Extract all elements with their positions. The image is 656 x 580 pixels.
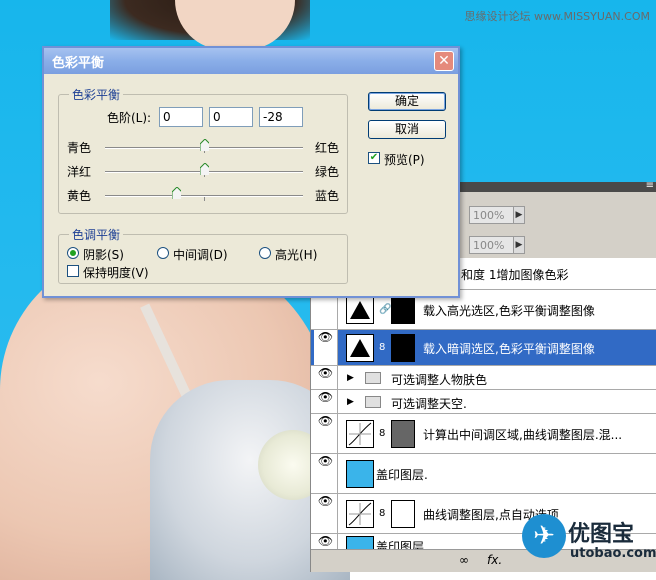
image-thumb (346, 536, 374, 549)
image-thumb (346, 460, 374, 488)
link-icon: 8 (379, 508, 386, 519)
layer-name: 计算出中间调区域,曲线调整图层.混... (423, 428, 623, 442)
level-input-magenta-green[interactable]: 0 (209, 107, 253, 127)
eye-icon[interactable]: 👁 (314, 390, 338, 413)
fx-icon[interactable]: fx. (487, 553, 502, 567)
link-icon: 8 (379, 428, 386, 439)
layer-name: 和度 1增加图像色彩 (461, 268, 569, 282)
watermark-text: 思缘设计论坛 www.MISSYUAN.COM (464, 10, 650, 23)
expand-arrow-icon[interactable]: ▶ (347, 373, 354, 383)
eye-icon[interactable]: 👁 (314, 534, 338, 549)
layer-row[interactable]: 👁 盖印图层. (311, 454, 656, 494)
layer-mask-thumb[interactable] (391, 296, 415, 324)
layer-name: 盖印图层. (376, 468, 428, 482)
layer-row-selected[interactable]: 👁 8 载入暗调选区,色彩平衡调整图像 (311, 330, 656, 366)
layer-group-row[interactable]: 👁 ▶ 可选调整天空. (311, 390, 656, 414)
folder-icon (365, 396, 381, 408)
slider-left-label: 洋红 (67, 165, 92, 179)
adjustment-thumb-icon (346, 296, 374, 324)
magenta-green-slider-handle[interactable] (200, 163, 209, 175)
color-balance-dialog: 色彩平衡 ✕ 色彩平衡 色阶(L): 0 0 -28 青色 红色 洋红 绿色 黄… (42, 46, 460, 298)
logo-text: 优图宝 (568, 522, 635, 547)
cyan-red-slider-handle[interactable] (200, 139, 209, 151)
link-icon: 8 (379, 342, 386, 353)
cancel-button[interactable]: 取消 (368, 120, 446, 139)
ok-button[interactable]: 确定 (368, 92, 446, 111)
folder-icon (365, 372, 381, 384)
yellow-blue-slider-handle[interactable] (172, 187, 181, 199)
fill-field[interactable]: 100% (469, 236, 515, 254)
layer-mask-thumb[interactable] (391, 420, 415, 448)
radio-label: 中间调(D) (173, 248, 228, 262)
layer-row[interactable]: 👁 8 计算出中间调区域,曲线调整图层.混... (311, 414, 656, 454)
curves-thumb-icon (346, 420, 374, 448)
tone-balance-group: 色调平衡 阴影(S) 中间调(D) 高光(H) 保持明度(V) (58, 226, 348, 284)
eye-icon[interactable]: 👁 (314, 366, 338, 389)
radio-label: 阴影(S) (83, 248, 124, 262)
layer-group-row[interactable]: 👁 ▶ 可选调整人物肤色 (311, 366, 656, 390)
fill-arrow-icon[interactable]: ▶ (513, 236, 525, 254)
dialog-titlebar[interactable]: 色彩平衡 ✕ (44, 48, 458, 74)
midtones-radio[interactable] (157, 247, 169, 259)
level-input-yellow-blue[interactable]: -28 (259, 107, 303, 127)
logo-url: utobao.com (570, 546, 656, 561)
eye-icon[interactable]: 👁 (314, 414, 338, 453)
preview-label: 预览(P) (384, 153, 425, 167)
checkbox-label: 保持明度(V) (83, 266, 149, 280)
curves-thumb-icon (346, 500, 374, 528)
link-icon: 🔗 (379, 304, 392, 315)
opacity-arrow-icon[interactable]: ▶ (513, 206, 525, 224)
site-logo: ✈ 优图宝 utobao.com (520, 512, 656, 572)
slider-left-label: 青色 (67, 141, 92, 155)
expand-arrow-icon[interactable]: ▶ (347, 397, 354, 407)
group-title: 色彩平衡 (69, 86, 124, 103)
eye-icon[interactable]: 👁 (314, 330, 338, 365)
radio-label: 高光(H) (275, 248, 318, 262)
layer-name: 可选调整人物肤色 (391, 373, 488, 387)
opacity-field[interactable]: 100% (469, 206, 515, 224)
panel-menu-icon[interactable]: ≡ (646, 180, 654, 191)
adjustment-thumb-icon (346, 334, 374, 362)
slider-right-label: 蓝色 (315, 189, 340, 203)
layer-mask-thumb[interactable] (391, 500, 415, 528)
slider-left-label: 黄色 (67, 189, 92, 203)
layer-mask-thumb[interactable] (391, 334, 415, 362)
shadows-radio[interactable] (67, 247, 79, 259)
group-title: 色调平衡 (69, 226, 124, 243)
bird-logo-icon: ✈ (522, 514, 566, 558)
close-icon[interactable]: ✕ (434, 51, 454, 71)
preview-checkbox[interactable]: ✔ (368, 152, 380, 164)
slider-right-label: 红色 (315, 141, 340, 155)
eye-icon[interactable]: 👁 (314, 454, 338, 493)
layer-name: 载入高光选区,色彩平衡调整图像 (423, 304, 595, 318)
slider-right-label: 绿色 (315, 165, 340, 179)
layer-name: 载入暗调选区,色彩平衡调整图像 (423, 342, 595, 356)
layer-name: 可选调整天空. (391, 397, 467, 411)
dialog-title: 色彩平衡 (52, 56, 105, 71)
highlights-radio[interactable] (259, 247, 271, 259)
eye-icon[interactable]: 👁 (314, 494, 338, 533)
preserve-luminosity-checkbox[interactable] (67, 265, 79, 277)
level-input-cyan-red[interactable]: 0 (159, 107, 203, 127)
center-tick (204, 197, 205, 201)
levels-label: 色阶(L): (107, 111, 152, 125)
color-balance-group: 色彩平衡 色阶(L): 0 0 -28 青色 红色 洋红 绿色 黄色 蓝色 (58, 86, 348, 214)
link-icon[interactable]: ∞ (459, 553, 469, 567)
